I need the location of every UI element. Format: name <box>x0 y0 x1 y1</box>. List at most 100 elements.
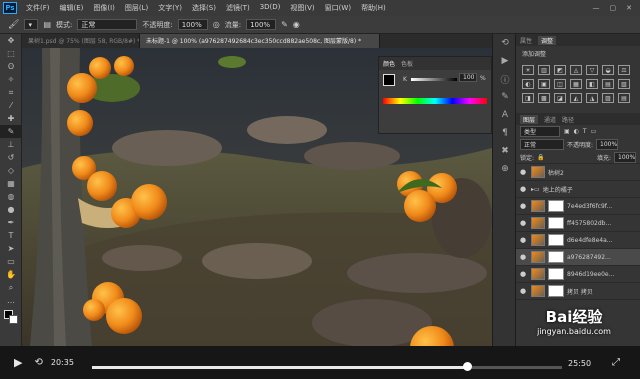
stamp-tool-icon[interactable]: ⊥ <box>0 138 22 151</box>
dodge-tool-icon[interactable]: ● <box>0 203 22 216</box>
more-tools-icon[interactable]: … <box>0 294 22 307</box>
tab-layers[interactable]: 图层 <box>520 114 539 124</box>
shape-tool-icon[interactable]: ▭ <box>0 255 22 268</box>
blend-mode-select[interactable]: 正常 <box>520 139 564 150</box>
pressure-opacity-icon[interactable]: ◎ <box>213 20 220 29</box>
layer-row[interactable]: ● a976287492... <box>516 249 640 266</box>
adjustment-icon[interactable]: ▤ <box>618 93 630 103</box>
zoom-tool-icon[interactable]: ⌕ <box>0 281 22 294</box>
path-select-tool-icon[interactable]: ➤ <box>0 242 22 255</box>
quick-select-tool-icon[interactable]: ✧ <box>0 73 22 86</box>
layer-mask-thumbnail[interactable] <box>548 200 564 212</box>
menu-item[interactable]: 窗口(W) <box>320 3 356 13</box>
minimize-icon[interactable]: — <box>593 4 600 12</box>
layer-row[interactable]: ● 拷贝 拷贝 <box>516 283 640 300</box>
layer-mask-thumbnail[interactable] <box>548 251 564 263</box>
paragraph-icon[interactable]: ¶ <box>493 124 517 142</box>
fg-color-chip[interactable] <box>383 74 395 86</box>
adjustment-icon[interactable]: ◧ <box>586 79 598 89</box>
adjustment-icon[interactable]: ▣ <box>538 79 550 89</box>
adjustment-icon[interactable]: ▩ <box>538 93 550 103</box>
color-spectrum-bar[interactable] <box>383 98 487 104</box>
menu-item[interactable]: 图像(I) <box>88 3 120 13</box>
brush-panel-icon[interactable]: ▤ <box>43 20 51 29</box>
adjustment-icon[interactable]: ◬ <box>570 65 582 75</box>
clone-source-icon[interactable]: ⊕ <box>493 160 517 178</box>
pen-tool-icon[interactable]: ✒ <box>0 216 22 229</box>
maximize-icon[interactable]: ▢ <box>610 4 617 12</box>
layer-mask-thumbnail[interactable] <box>548 285 564 297</box>
background-color-swatch[interactable] <box>9 315 18 324</box>
marquee-tool-icon[interactable]: ⬚ <box>0 47 22 60</box>
flow-field[interactable]: 100% <box>246 19 277 30</box>
adjustment-icon[interactable]: ◫ <box>554 79 566 89</box>
filter-shape-icon[interactable]: ▭ <box>591 128 597 135</box>
layer-row[interactable]: ● ▸▭ 地上的橘子 <box>516 181 640 198</box>
layer-row[interactable]: ● 枯树2 <box>516 164 640 181</box>
close-icon[interactable]: ✕ <box>626 4 632 12</box>
tab-paths[interactable]: 路径 <box>562 115 574 124</box>
adjustment-icon[interactable]: ▥ <box>538 65 550 75</box>
menu-item[interactable]: 帮助(H) <box>356 3 391 13</box>
pressure-size-icon[interactable]: ◉ <box>293 20 300 29</box>
folder-icon[interactable]: ▸▭ <box>531 186 540 193</box>
layer-mask-thumbnail[interactable] <box>548 268 564 280</box>
video-progress-track[interactable] <box>92 366 562 369</box>
adjustment-icon[interactable]: ⚖ <box>618 65 630 75</box>
brush-tool-icon[interactable]: ✎ <box>0 125 22 138</box>
video-progress-knob[interactable] <box>462 362 472 371</box>
adjustment-icon[interactable]: ◪ <box>554 93 566 103</box>
menu-item[interactable]: 视图(V) <box>285 3 319 13</box>
canvas-image[interactable]: 颜色 色板 K 100 % <box>22 48 492 346</box>
layer-row[interactable]: ● 7e4ed3f6fc9f... <box>516 198 640 215</box>
tab-channels[interactable]: 通道 <box>544 115 556 124</box>
tab-adjustments[interactable]: 调整 <box>538 35 557 45</box>
adjustment-icon[interactable]: ▦ <box>570 79 582 89</box>
blur-tool-icon[interactable]: ◍ <box>0 190 22 203</box>
play-icon[interactable]: ▶ <box>14 356 22 369</box>
adjustment-icon[interactable]: ☀ <box>522 65 534 75</box>
visibility-eye-icon[interactable]: ● <box>520 236 528 244</box>
history-brush-tool-icon[interactable]: ↺ <box>0 151 22 164</box>
visibility-eye-icon[interactable]: ● <box>520 202 528 210</box>
color-swatches[interactable] <box>0 307 21 329</box>
crop-tool-icon[interactable]: ⌗ <box>0 86 22 99</box>
visibility-eye-icon[interactable]: ● <box>520 168 528 176</box>
visibility-eye-icon[interactable]: ● <box>520 185 528 193</box>
k-value-field[interactable]: 100 <box>459 73 477 82</box>
menu-item[interactable]: 文字(Y) <box>153 3 187 13</box>
mode-select[interactable]: 正常 <box>77 19 138 30</box>
airbrush-icon[interactable]: ✎ <box>281 20 288 29</box>
tab-untitled[interactable]: 未标题-1 @ 100% (a976287492684c3ec350ccd882… <box>140 34 380 48</box>
brush-size-dropdown[interactable]: ▾ <box>24 19 39 30</box>
brush-settings-icon[interactable]: ✎ <box>493 88 517 106</box>
eraser-tool-icon[interactable]: ◇ <box>0 164 22 177</box>
visibility-eye-icon[interactable]: ● <box>520 270 528 278</box>
history-icon[interactable]: ⟲ <box>493 34 517 52</box>
layer-row[interactable]: ● 8946d19ee0e... <box>516 266 640 283</box>
fullscreen-icon[interactable]: ⤢ <box>612 357 620 368</box>
adjustment-icon[interactable]: ◮ <box>586 93 598 103</box>
brush-tool-icon[interactable]: 🖌 <box>8 20 19 30</box>
move-tool-icon[interactable]: ✥ <box>0 34 22 47</box>
menu-item[interactable]: 选择(S) <box>187 3 221 13</box>
visibility-eye-icon[interactable]: ● <box>520 253 528 261</box>
tab-swatches[interactable]: 色板 <box>401 59 413 68</box>
adjustment-icon[interactable]: ◭ <box>570 93 582 103</box>
healing-tool-icon[interactable]: ✚ <box>0 112 22 125</box>
layer-mask-thumbnail[interactable] <box>548 234 564 246</box>
visibility-eye-icon[interactable]: ● <box>520 219 528 227</box>
eyedropper-tool-icon[interactable]: ⁄ <box>0 99 22 112</box>
adjustment-icon[interactable]: ▨ <box>602 93 614 103</box>
fill-field[interactable]: 100% <box>614 151 636 163</box>
adjustment-icon[interactable]: ◐ <box>522 79 534 89</box>
adjustment-icon[interactable]: ▧ <box>618 79 630 89</box>
character-icon[interactable]: A <box>493 106 517 124</box>
tab-fruit-tree[interactable]: 果树1.psd @ 75% (图层 58, RGB/8#) * <box>22 34 140 48</box>
opacity-field[interactable]: 100% <box>177 19 208 30</box>
filter-adjust-icon[interactable]: ◐ <box>574 128 579 135</box>
adjustment-icon[interactable]: ◨ <box>522 93 534 103</box>
type-tool-icon[interactable]: T <box>0 229 22 242</box>
lasso-tool-icon[interactable]: ʘ <box>0 60 22 73</box>
k-slider[interactable] <box>411 78 457 81</box>
